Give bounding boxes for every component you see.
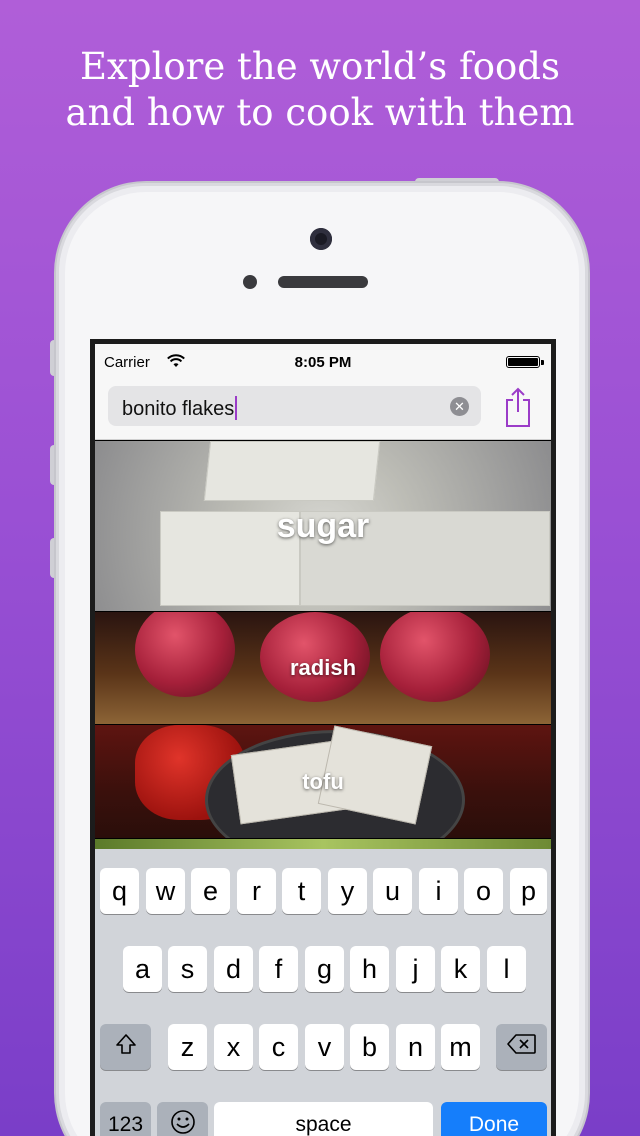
key-c[interactable]: c	[259, 1024, 298, 1070]
numbers-key[interactable]: 123	[100, 1102, 151, 1136]
proximity-sensor	[243, 275, 257, 289]
key-m[interactable]: m	[441, 1024, 480, 1070]
backspace-icon	[506, 1033, 537, 1061]
key-g[interactable]: g	[305, 946, 344, 992]
search-bar: bonito flakes ✕	[95, 380, 551, 440]
food-row-radish[interactable]: radish	[95, 612, 551, 724]
key-o[interactable]: o	[464, 868, 503, 914]
status-time: 8:05 PM	[294, 354, 352, 371]
key-q[interactable]: q	[100, 868, 139, 914]
clear-icon[interactable]: ✕	[450, 397, 469, 416]
promo-headline: Explore the world’s foods and how to coo…	[0, 44, 640, 136]
key-b[interactable]: b	[350, 1024, 389, 1070]
key-k[interactable]: k	[441, 946, 480, 992]
food-label-radish: radish	[289, 655, 357, 680]
key-r[interactable]: r	[237, 868, 276, 914]
shift-icon	[114, 1032, 138, 1062]
backspace-key[interactable]	[496, 1024, 547, 1070]
key-f[interactable]: f	[259, 946, 298, 992]
food-row-sugar[interactable]: sugar	[95, 441, 551, 611]
battery-icon	[506, 356, 544, 368]
key-n[interactable]: n	[396, 1024, 435, 1070]
emoji-icon	[170, 1109, 196, 1136]
headline-line-1: Explore the world’s foods	[80, 45, 560, 88]
food-label-tofu: tofu	[302, 768, 344, 794]
key-w[interactable]: w	[146, 868, 185, 914]
key-v[interactable]: v	[305, 1024, 344, 1070]
emoji-key[interactable]	[157, 1102, 208, 1136]
share-icon[interactable]	[501, 386, 535, 430]
food-label-sugar: sugar	[276, 506, 370, 545]
space-key[interactable]: space	[214, 1102, 433, 1136]
earpiece-speaker	[278, 276, 368, 288]
key-z[interactable]: z	[168, 1024, 207, 1070]
key-i[interactable]: i	[419, 868, 458, 914]
front-camera	[310, 228, 332, 250]
status-bar: Carrier 8:05 PM	[95, 344, 551, 380]
search-input[interactable]: bonito flakes ✕	[108, 386, 481, 426]
key-d[interactable]: d	[214, 946, 253, 992]
key-s[interactable]: s	[168, 946, 207, 992]
text-cursor	[235, 396, 238, 420]
key-l[interactable]: l	[487, 946, 526, 992]
sugar-cube-image	[203, 441, 381, 501]
search-input-value: bonito flakes	[122, 398, 235, 420]
done-key[interactable]: Done	[441, 1102, 547, 1136]
keyboard: q w e r t y u i o p a s d f g h j k l z …	[95, 849, 551, 1136]
key-h[interactable]: h	[350, 946, 389, 992]
headline-line-2: and how to cook with them	[65, 91, 575, 134]
phone-screen: Carrier 8:05 PM bonito flakes ✕ sugar ra…	[90, 339, 556, 1136]
key-p[interactable]: p	[510, 868, 547, 914]
key-u[interactable]: u	[373, 868, 412, 914]
key-x[interactable]: x	[214, 1024, 253, 1070]
key-a[interactable]: a	[123, 946, 162, 992]
food-row-tofu[interactable]: tofu	[95, 725, 551, 838]
key-y[interactable]: y	[328, 868, 367, 914]
key-t[interactable]: t	[282, 868, 321, 914]
radish-image	[380, 612, 490, 702]
radish-image	[135, 612, 235, 697]
shift-key[interactable]	[100, 1024, 151, 1070]
key-j[interactable]: j	[396, 946, 435, 992]
key-e[interactable]: e	[191, 868, 230, 914]
